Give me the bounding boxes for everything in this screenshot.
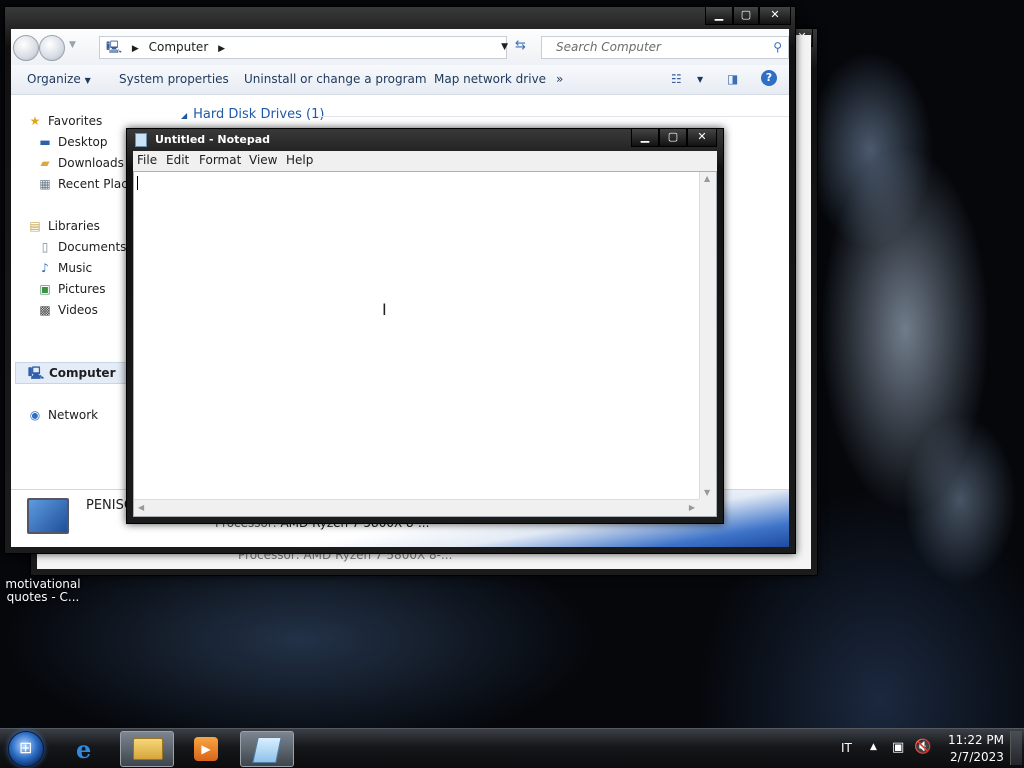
computer-icon: 🖳 [28,366,45,380]
search-input[interactable]: Search Computer ⚲ [541,36,789,59]
address-dropdown-icon[interactable]: ▼ [501,37,508,58]
minimize-button[interactable]: ▁ [705,7,733,25]
nav-documents[interactable]: ▯ Documents [37,237,127,257]
command-bar: Organize ▼ System properties Uninstall o… [11,65,789,95]
nav-recent-places[interactable]: ▦Recent Places [37,174,129,194]
group-header-rule [319,116,789,117]
notepad-title: Untitled - Notepad [155,133,271,146]
computer-icon: 🖳 [106,40,123,54]
view-options-icon[interactable]: ☷ [671,72,682,86]
notepad-window[interactable]: Untitled - Notepad ▁ ▢ ✕ File Edit Forma… [126,128,724,524]
nav-favorites[interactable]: ★ Favorites [27,111,103,131]
nav-videos[interactable]: ▩ Videos [37,300,98,320]
system-properties-button[interactable]: System properties [119,72,229,86]
chevron-down-icon: ▼ [84,76,91,85]
notepad-icon [252,737,282,763]
scroll-right-icon[interactable]: ▶ [689,503,695,512]
close-button[interactable]: ✕ [687,129,717,147]
nav-computer[interactable]: 🖳 Computer [28,363,115,383]
show-desktop-button[interactable] [1010,731,1022,765]
media-player-icon: ▶ [194,737,218,761]
breadcrumb-chevron-icon[interactable]: ▶ [218,44,225,54]
chevron-down-icon[interactable]: ▼ [69,40,76,50]
clock-time[interactable]: 11:22 PM [948,733,1004,747]
i-beam-cursor-icon: I [382,300,387,319]
notepad-text-area[interactable]: I ▲ ▼ ◀ ▶ [133,171,717,517]
maximize-button[interactable]: ▢ [659,129,687,147]
nav-pictures[interactable]: ▣ Pictures [37,279,105,299]
nav-music[interactable]: ♪ Music [37,258,92,278]
language-indicator[interactable]: IT [841,741,852,755]
network-tray-icon[interactable]: ▣ [892,740,904,755]
libraries-icon: ▤ [29,219,41,233]
videos-icon: ▩ [39,303,51,317]
text-caret [137,176,138,190]
scroll-down-icon[interactable]: ▼ [704,488,710,497]
search-placeholder: Search Computer [556,40,661,54]
more-commands-button[interactable]: » [556,72,563,86]
documents-icon: ▯ [41,240,49,254]
taskbar-media-player[interactable]: ▶ [180,731,234,767]
menu-file[interactable]: File [137,153,157,167]
start-button[interactable]: ⊞ [8,731,44,767]
menu-help[interactable]: Help [286,153,313,167]
windows-logo-icon: ⊞ [19,738,33,757]
taskbar-notepad[interactable] [240,731,294,767]
network-icon: ◉ [29,408,41,422]
downloads-folder-icon: ▰ [40,156,50,170]
music-icon: ♪ [41,261,49,275]
address-bar[interactable]: 🖳 ▶ Computer ▶ ▼ [99,36,508,59]
breadcrumb-computer[interactable]: Computer [149,40,209,54]
menu-format[interactable]: Format [199,153,241,167]
scroll-left-icon[interactable]: ◀ [138,503,144,512]
horizontal-scrollbar[interactable]: ◀ ▶ [134,499,699,516]
collapse-triangle-icon: ◢ [181,111,188,120]
refresh-icon[interactable]: ⇆ [515,38,526,53]
nav-desktop[interactable]: ▬ Desktop [37,132,107,152]
recent-places-icon: ▦ [39,177,51,191]
uninstall-program-button[interactable]: Uninstall or change a program [244,72,427,86]
map-network-drive-button[interactable]: Map network drive [434,72,546,86]
forward-button[interactable] [39,35,65,61]
nav-network[interactable]: ◉ Network [27,405,98,425]
menu-view[interactable]: View [249,153,277,167]
desktop-icon-label[interactable]: motivational quotes - C... [4,578,82,604]
back-button[interactable] [13,35,39,61]
scroll-up-icon[interactable]: ▲ [704,174,710,183]
taskbar: ⊞ e ▶ IT ▲ ▣ 🔇 11:22 PM 2/7/2023 [0,728,1024,768]
taskbar-internet-explorer[interactable]: e [62,731,116,767]
scrollbar-corner [699,499,716,516]
preview-pane-icon[interactable]: ◨ [727,72,738,86]
menu-edit[interactable]: Edit [166,153,189,167]
volume-muted-icon[interactable]: 🔇 [914,739,931,755]
search-icon[interactable]: ⚲ [773,37,782,58]
nav-libraries[interactable]: ▤ Libraries [27,216,100,236]
navigation-pane: ★ Favorites ▬ Desktop ▰ Downloads ▦ Recent P… [11,95,129,507]
internet-explorer-icon: e [76,735,92,764]
notepad-icon [135,133,147,147]
breadcrumb-separator-icon: ▶ [131,44,139,54]
clock-date[interactable]: 2/7/2023 [950,750,1004,764]
organize-button[interactable]: Organize ▼ [27,72,91,86]
show-hidden-icons-icon[interactable]: ▲ [870,742,877,752]
nav-downloads[interactable]: ▰ Downloads [37,153,124,173]
folder-icon [133,738,163,760]
notepad-menubar: File Edit Format View Help [133,151,717,171]
address-row: ▼ 🖳 ▶ Computer ▶ ▼ ⇆ Search Computer ⚲ [11,29,789,65]
chevron-down-icon[interactable]: ▼ [697,75,703,84]
nav-computer-selected[interactable]: 🖳 Computer [15,362,129,384]
maximize-button[interactable]: ▢ [733,7,759,25]
close-button[interactable]: ✕ [759,7,791,25]
taskbar-explorer[interactable] [120,731,174,767]
desktop-icon: ▬ [39,135,51,149]
group-header-hard-disk-drives[interactable]: ◢ Hard Disk Drives (1) [181,107,324,122]
pictures-icon: ▣ [39,282,51,296]
minimize-button[interactable]: ▁ [631,129,659,147]
help-icon[interactable]: ? [761,70,777,86]
star-icon: ★ [29,114,41,128]
computer-large-icon [27,498,69,534]
desktop: { "desktop": { "icon_label": "motivation… [0,0,1024,768]
vertical-scrollbar[interactable]: ▲ ▼ [699,172,716,499]
